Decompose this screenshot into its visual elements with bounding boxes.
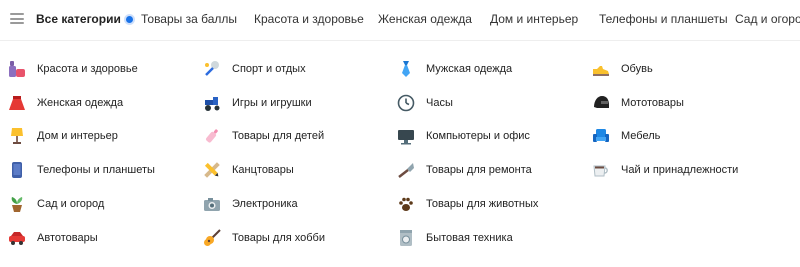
category-appliances[interactable]: Бытовая техника	[396, 228, 513, 248]
category-home-interior[interactable]: Дом и интерьер	[7, 126, 118, 146]
skirt-icon	[7, 93, 27, 113]
category-label: Товары для хобби	[232, 232, 325, 244]
category-hobby[interactable]: Товары для хобби	[202, 228, 325, 248]
category-label: Обувь	[621, 63, 653, 75]
category-computers[interactable]: Компьютеры и офис	[396, 126, 530, 146]
cosmetics-icon	[7, 59, 27, 79]
category-tea[interactable]: Чай и принадлежности	[591, 160, 738, 180]
nav-link-home-interior[interactable]: Дом и интерьер	[490, 12, 578, 27]
pencil-ruler-icon	[202, 160, 222, 180]
category-pets[interactable]: Товары для животных	[396, 194, 538, 214]
category-label: Электроника	[232, 198, 298, 210]
category-moto[interactable]: Мототовары	[591, 93, 684, 113]
category-label: Часы	[426, 97, 453, 109]
armchair-icon	[591, 126, 611, 146]
category-watches[interactable]: Часы	[396, 93, 453, 113]
category-navbar: Все категории Товары за баллы Красота и …	[0, 0, 800, 41]
monitor-icon	[396, 126, 416, 146]
category-label: Дом и интерьер	[37, 130, 118, 142]
nav-link-beauty[interactable]: Красота и здоровье	[254, 12, 364, 27]
helmet-icon	[591, 93, 611, 113]
category-sport[interactable]: Спорт и отдых	[202, 59, 306, 79]
nav-link-garden[interactable]: Сад и огород	[735, 12, 800, 27]
category-label: Канцтовары	[232, 164, 294, 176]
nav-link-points-goods[interactable]: Товары за баллы	[124, 12, 237, 27]
guitar-icon	[202, 228, 222, 248]
lamp-icon	[7, 126, 27, 146]
category-label: Красота и здоровье	[37, 63, 138, 75]
nav-link-phones-tablets[interactable]: Телефоны и планшеты	[599, 12, 728, 27]
category-repair[interactable]: Товары для ремонта	[396, 160, 532, 180]
camera-icon	[202, 194, 222, 214]
phone-icon	[7, 160, 27, 180]
selected-radio-icon	[124, 14, 135, 25]
category-label: Мебель	[621, 130, 661, 142]
category-shoes[interactable]: Обувь	[591, 59, 653, 79]
category-label: Мужская одежда	[426, 63, 513, 75]
category-stationery[interactable]: Канцтовары	[202, 160, 294, 180]
category-label: Женская одежда	[37, 97, 124, 109]
cup-icon	[591, 160, 611, 180]
category-label: Товары для детей	[232, 130, 325, 142]
plant-icon	[7, 194, 27, 214]
category-label: Компьютеры и офис	[426, 130, 530, 142]
menu-icon[interactable]	[10, 13, 24, 24]
category-label: Телефоны и планшеты	[37, 164, 155, 176]
category-electronics[interactable]: Электроника	[202, 194, 298, 214]
category-garden[interactable]: Сад и огород	[7, 194, 104, 214]
baby-bottle-icon	[202, 126, 222, 146]
trowel-icon	[396, 160, 416, 180]
category-games-toys[interactable]: Игры и игрушки	[202, 93, 312, 113]
washing-machine-icon	[396, 228, 416, 248]
category-label: Сад и огород	[37, 198, 105, 210]
category-label: Товары для животных	[426, 198, 539, 210]
shoe-icon	[591, 59, 611, 79]
category-beauty[interactable]: Красота и здоровье	[7, 59, 138, 79]
category-label: Игры и игрушки	[232, 97, 312, 109]
badminton-icon	[202, 59, 222, 79]
tie-icon	[396, 59, 416, 79]
clock-icon	[396, 93, 416, 113]
nav-link-womens-clothing[interactable]: Женская одежда	[378, 12, 472, 27]
category-label: Спорт и отдых	[232, 63, 306, 75]
category-furniture[interactable]: Мебель	[591, 126, 660, 146]
nav-link-label: Товары за баллы	[141, 12, 238, 26]
category-label: Автотовары	[37, 232, 98, 244]
category-womens-clothing[interactable]: Женская одежда	[7, 93, 123, 113]
category-label: Бытовая техника	[426, 232, 513, 244]
category-label: Мототовары	[621, 97, 684, 109]
category-kids[interactable]: Товары для детей	[202, 126, 324, 146]
all-categories-link[interactable]: Все категории	[36, 12, 121, 27]
category-label: Чай и принадлежности	[621, 164, 739, 176]
category-phones-tablets[interactable]: Телефоны и планшеты	[7, 160, 155, 180]
category-mens-clothing[interactable]: Мужская одежда	[396, 59, 512, 79]
category-label: Товары для ремонта	[426, 164, 532, 176]
car-icon	[7, 228, 27, 248]
paw-icon	[396, 194, 416, 214]
toy-tractor-icon	[202, 93, 222, 113]
category-auto[interactable]: Автотовары	[7, 228, 98, 248]
